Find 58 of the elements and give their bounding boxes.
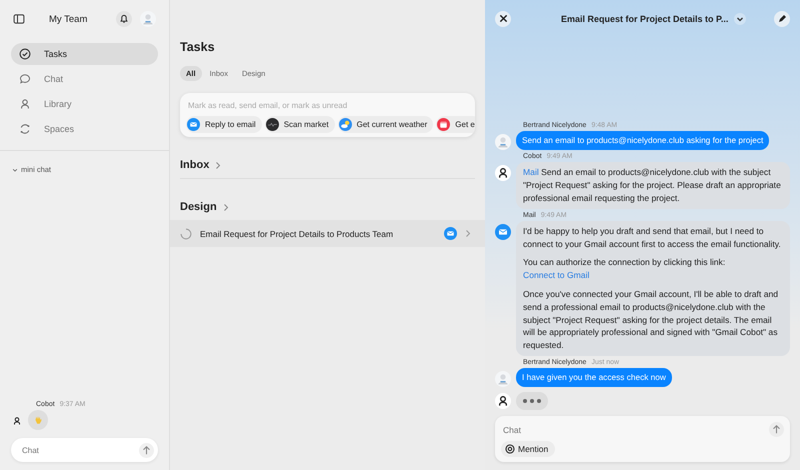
chat-field[interactable]: Chat — [11, 438, 158, 462]
user-avatar — [495, 134, 511, 150]
bell-icon[interactable] — [116, 11, 132, 27]
mention-button[interactable]: Mention — [501, 441, 556, 457]
nav-item[interactable]: Chat — [11, 68, 158, 90]
person-icon — [495, 393, 511, 409]
nav-item[interactable]: Library — [11, 93, 158, 115]
message-text: I have given you the access check now — [522, 371, 666, 384]
close-icon — [498, 14, 508, 23]
section-header[interactable]: Design — [180, 201, 229, 213]
mail-icon — [444, 227, 457, 240]
action-chip[interactable]: Get current weather — [338, 116, 434, 133]
typing-indicator — [516, 392, 548, 410]
nav-item[interactable]: Spaces — [11, 118, 158, 140]
command-input[interactable]: Mark as read, send email, or mark as unread — [186, 100, 470, 111]
at-sign-icon — [505, 444, 515, 454]
chat-input[interactable]: Chat — [501, 424, 769, 436]
chevron-right-icon — [222, 202, 229, 212]
message-text: I'd be happy to help you draft and send that email, but I need to connect to your Gmail account first to access the email functionality. — [523, 224, 782, 250]
message-text: Send an email to products@nicelydone.club asking for the project — [522, 134, 764, 148]
send-icon[interactable] — [769, 422, 784, 437]
mail-icon — [187, 118, 200, 131]
dropdown-button[interactable] — [734, 12, 746, 24]
chat-bubble-icon — [19, 73, 31, 85]
message-text: Mail Send an email to products@nicelydone.club with the subject "Project Request" asking for the project. Please draft an appropriate professional email requesting the project. — [523, 166, 782, 205]
mail-icon — [495, 224, 511, 240]
weather-icon — [338, 118, 352, 131]
action-chip[interactable]: Get e — [436, 116, 475, 133]
check-circle-icon — [19, 48, 31, 60]
action-chip[interactable]: Scan market — [264, 116, 335, 133]
nav-item[interactable]: Tasks — [11, 43, 158, 65]
sidebar-toggle-icon[interactable] — [13, 13, 25, 25]
waving-hand-icon — [33, 415, 43, 425]
section-header[interactable]: Inbox — [180, 159, 222, 171]
message-text: Once you've connected your Gmail account, I'll be able to draft and send a professional email to products@nicelydone.club with the subject "Project Request" asking for the project details. The email will be appropriately professional and signed with "Gmail Cobot" as requested. — [523, 288, 780, 352]
edit-button[interactable] — [774, 10, 790, 26]
chevron-icon — [12, 166, 18, 172]
person-icon — [495, 165, 511, 182]
chat-input[interactable]: Chat — [20, 444, 139, 456]
user-avatar — [495, 371, 511, 387]
pencil-icon — [777, 14, 787, 24]
page-title: Tasks — [180, 40, 216, 54]
action-chip[interactable]: Reply to email — [186, 116, 262, 133]
person-icon — [19, 98, 31, 110]
refresh-icon — [19, 123, 31, 135]
chevron-right-icon — [215, 160, 222, 170]
chevron-right-icon — [465, 229, 471, 238]
task-row[interactable]: Email Request for Project Details to Products Team — [170, 220, 485, 247]
send-icon[interactable] — [139, 442, 154, 458]
team-name: My Team — [48, 14, 88, 24]
task-title: Email Request for Project Details to Products Team — [200, 228, 394, 238]
chevron-down-icon — [736, 14, 744, 22]
calendar-icon — [437, 118, 450, 131]
chat-title: Email Request for Project Details to P... — [561, 14, 728, 24]
spinner-icon — [180, 228, 192, 240]
person-icon — [11, 415, 23, 427]
message-text: You can authorize the connection by clicking this link: Connect to Gmail — [523, 256, 726, 282]
close-button[interactable] — [495, 10, 511, 26]
